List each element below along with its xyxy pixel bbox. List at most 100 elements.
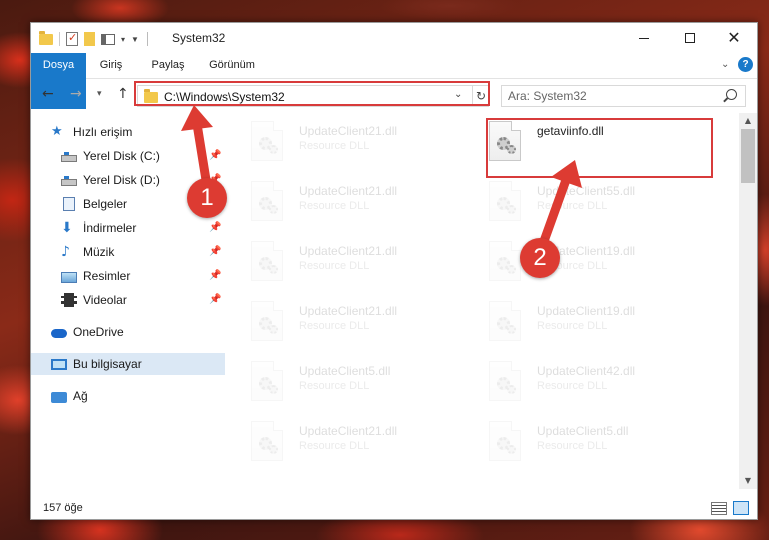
sidebar-item-local-disk-c[interactable]: Yerel Disk (C:) 📌 — [31, 145, 225, 167]
close-button[interactable]: ✕ — [711, 23, 757, 53]
sidebar-item-pictures[interactable]: Resimler 📌 — [31, 265, 225, 287]
address-path[interactable]: C:\Windows\System32 — [164, 90, 285, 104]
step-2-badge: 2 — [520, 238, 560, 278]
search-box[interactable] — [501, 85, 746, 107]
file-name: UpdateClient5.dll — [537, 424, 629, 438]
sidebar-item-label: Müzik — [83, 245, 115, 259]
file-item[interactable]: UpdateClient5.dll Resource DLL — [229, 353, 459, 409]
folder-icon — [144, 89, 158, 103]
sidebar-item-label: Yerel Disk (D:) — [83, 173, 160, 187]
sidebar-item-label: Yerel Disk (C:) — [83, 149, 160, 163]
file-type: Resource DLL — [299, 260, 370, 272]
sidebar-item-label: Bu bilgisayar — [73, 357, 142, 371]
file-name: UpdateClient21.dll — [299, 304, 398, 318]
file-name: UpdateClient21.dll — [299, 244, 398, 258]
tab-view[interactable]: Görünüm — [201, 53, 263, 78]
file-name: UpdateClient55.dll — [537, 184, 636, 198]
file-item[interactable]: UpdateClient55.dll Resource DLL — [467, 173, 697, 229]
tab-home[interactable]: Giriş — [93, 53, 129, 78]
sidebar-item-downloads[interactable]: ⬇ İndirmeler 📌 — [31, 217, 225, 239]
details-view-icon[interactable] — [711, 502, 727, 515]
chevron-down-icon[interactable]: ⌄ — [454, 89, 462, 100]
pin-icon[interactable]: 📌 — [209, 270, 221, 281]
file-item[interactable]: UpdateClient21.dll Resource DLL — [229, 113, 459, 169]
sidebar-item-label: İndirmeler — [83, 221, 137, 235]
drive-icon — [61, 175, 77, 186]
drive-icon — [61, 151, 77, 162]
file-type: Resource DLL — [299, 320, 370, 332]
tab-share[interactable]: Paylaş — [143, 53, 193, 78]
search-input[interactable] — [508, 88, 718, 104]
pin-icon[interactable]: 📌 — [209, 294, 221, 305]
file-type: Resource DLL — [537, 200, 608, 212]
minimize-button[interactable] — [621, 23, 667, 53]
window-title: System32 — [172, 31, 226, 45]
file-item[interactable]: UpdateClient42.dll Resource DLL — [467, 353, 697, 409]
dll-file-icon — [251, 241, 283, 281]
gear-icon — [507, 265, 516, 274]
sidebar-item-music[interactable]: ♪ Müzik 📌 — [31, 241, 225, 263]
folder-icon — [39, 30, 53, 45]
scroll-down-icon[interactable]: ▼ — [739, 473, 757, 489]
expand-ribbon-icon[interactable]: ⌄ — [721, 59, 729, 70]
new-folder-icon[interactable] — [84, 32, 95, 46]
file-name: UpdateClient21.dll — [299, 124, 398, 138]
search-icon[interactable] — [726, 89, 737, 100]
downloads-icon: ⬇ — [61, 220, 73, 236]
file-name: UpdateClient21.dll — [299, 424, 398, 438]
chevron-down-icon[interactable]: ▾ — [121, 35, 125, 44]
file-item[interactable]: UpdateClient21.dll Resource DLL — [229, 293, 459, 349]
dll-file-icon — [489, 181, 521, 221]
file-explorer-window: ▾ ▼ System32 ✕ Dosya Giriş Paylaş Görünü… — [30, 22, 758, 520]
properties-icon[interactable] — [66, 31, 78, 46]
dll-file-icon — [489, 421, 521, 461]
file-item[interactable]: UpdateClient21.dll Resource DLL — [229, 413, 459, 469]
sidebar-item-videos[interactable]: Videolar 📌 — [31, 289, 225, 311]
maximize-button[interactable] — [667, 23, 713, 53]
gear-icon — [507, 445, 516, 454]
pin-icon[interactable]: 📌 — [209, 150, 221, 161]
file-item[interactable]: UpdateClient21.dll Resource DLL — [229, 233, 459, 289]
customize-toolbar-icon[interactable]: ▼ — [131, 35, 139, 44]
forward-button[interactable]: → — [70, 86, 82, 102]
videos-icon — [61, 293, 77, 307]
pin-icon[interactable]: 📌 — [209, 222, 221, 233]
sidebar-item-onedrive[interactable]: OneDrive — [31, 321, 225, 343]
separator — [59, 32, 60, 46]
gear-icon — [507, 325, 516, 334]
refresh-button[interactable]: ↻ — [472, 86, 489, 106]
sidebar-item-quick-access[interactable]: ★ Hızlı erişim — [31, 121, 225, 143]
pin-icon[interactable]: 📌 — [209, 246, 221, 257]
dll-file-icon — [251, 121, 283, 161]
view-icon[interactable] — [101, 33, 115, 45]
dll-file-icon — [251, 181, 283, 221]
address-bar[interactable]: C:\Windows\System32 ⌄ ↻ — [137, 85, 489, 107]
file-item-getaviinfo[interactable]: getaviinfo.dll — [467, 113, 697, 169]
sidebar-item-network[interactable]: Ağ — [31, 385, 225, 407]
large-icons-view-icon[interactable] — [733, 501, 749, 515]
sidebar-item-this-pc[interactable]: Bu bilgisayar — [31, 353, 225, 375]
file-item[interactable]: UpdateClient5.dll Resource DLL — [467, 413, 697, 469]
dll-file-icon — [489, 241, 521, 281]
recent-locations-button[interactable]: ▾ — [97, 89, 102, 99]
back-button[interactable]: ← — [42, 86, 54, 102]
gear-icon — [269, 205, 278, 214]
file-item[interactable]: UpdateClient19.dll Resource DLL — [467, 233, 697, 289]
up-button[interactable]: ↑ — [117, 86, 129, 102]
gear-icon — [507, 145, 516, 154]
step-1-badge: 1 — [187, 178, 227, 218]
sidebar-item-label: Hızlı erişim — [73, 125, 133, 139]
close-icon: ✕ — [727, 28, 741, 47]
documents-icon — [63, 197, 75, 211]
title-bar: ▾ ▼ System32 ✕ — [31, 23, 757, 53]
scroll-up-icon[interactable]: ▲ — [739, 113, 757, 129]
help-icon[interactable]: ? — [738, 57, 753, 72]
gear-icon — [269, 445, 278, 454]
sidebar-item-label: Videolar — [83, 293, 127, 307]
gear-icon — [507, 385, 516, 394]
vertical-scrollbar[interactable]: ▲ ▼ — [739, 113, 757, 489]
scrollbar-thumb[interactable] — [741, 129, 755, 183]
file-item[interactable]: UpdateClient19.dll Resource DLL — [467, 293, 697, 349]
file-item[interactable]: UpdateClient21.dll Resource DLL — [229, 173, 459, 229]
sidebar-item-label: Belgeler — [83, 197, 128, 211]
